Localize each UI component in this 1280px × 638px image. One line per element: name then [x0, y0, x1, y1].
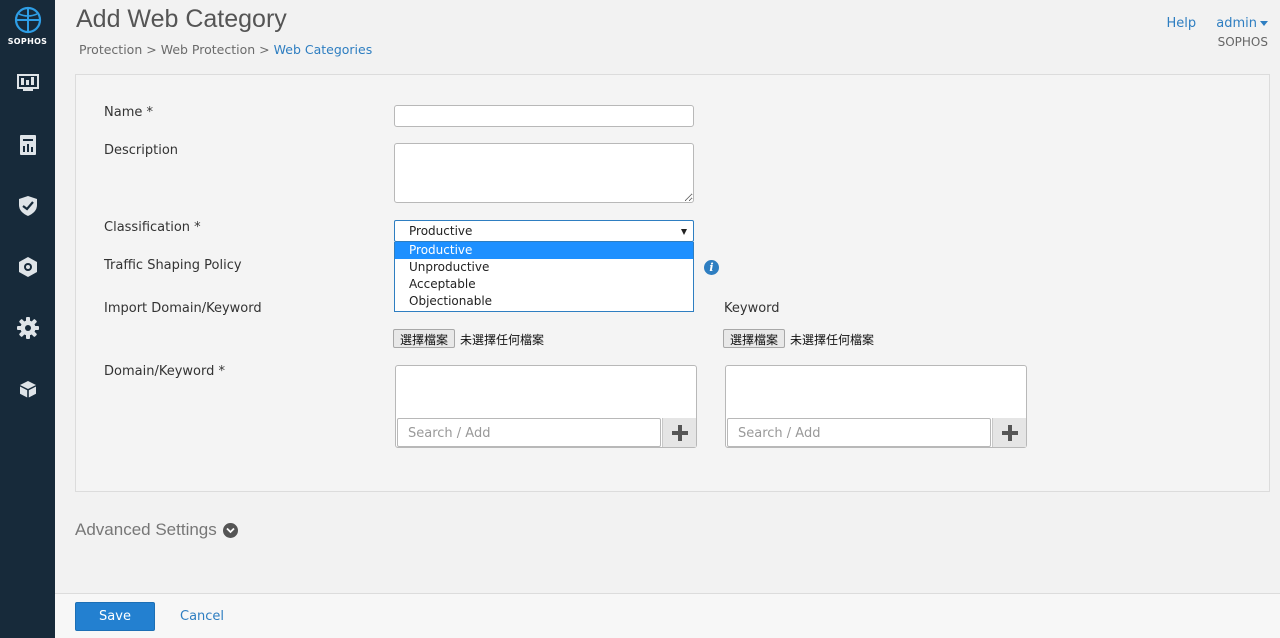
form-footer: Save Cancel	[55, 593, 1280, 638]
save-button[interactable]: Save	[75, 602, 155, 631]
dropdown-arrow-icon	[681, 229, 687, 235]
keyword-file-status: 未選擇任何檔案	[790, 333, 875, 347]
plus-icon	[1001, 424, 1018, 441]
sidebar-item-monitor[interactable]	[0, 68, 55, 98]
sidebar-item-system[interactable]	[0, 374, 55, 404]
domain-search-input[interactable]: Search / Add	[397, 418, 661, 447]
user-menu-area: Help admin	[1166, 16, 1268, 31]
sidebar-item-reports[interactable]	[0, 130, 55, 160]
shield-icon	[18, 196, 37, 216]
sidebar: SOPHOS	[0, 0, 55, 638]
logo-text: SOPHOS	[7, 37, 48, 46]
add-domain-button[interactable]	[662, 418, 696, 447]
description-field[interactable]	[394, 143, 694, 203]
advanced-settings-label: Advanced Settings	[75, 520, 217, 539]
plus-icon	[671, 424, 688, 441]
help-link[interactable]: Help	[1166, 16, 1196, 31]
keyword-list[interactable]: Search / Add	[725, 365, 1027, 448]
domain-list[interactable]: Search / Add	[395, 365, 697, 448]
globe-icon	[14, 6, 41, 34]
classification-option[interactable]: Unproductive	[395, 259, 693, 276]
sidebar-item-protection[interactable]	[0, 252, 55, 282]
gear-icon	[16, 317, 39, 339]
admin-username: admin	[1216, 16, 1257, 31]
chevron-down-icon	[1260, 21, 1268, 26]
sidebar-item-configure[interactable]	[0, 313, 55, 343]
add-keyword-button[interactable]	[992, 418, 1026, 447]
protection-icon	[18, 257, 37, 277]
page-title: Add Web Category	[76, 5, 287, 33]
breadcrumb-separator: >	[146, 42, 157, 57]
name-field[interactable]	[394, 105, 694, 127]
classification-selected-value: Productive	[409, 224, 473, 238]
monitor-icon	[16, 74, 39, 91]
info-icon[interactable]: i	[704, 260, 719, 275]
box-icon	[19, 381, 36, 398]
classification-dropdown-list: Productive Unproductive Acceptable Objec…	[394, 242, 694, 312]
breadcrumb-separator: >	[259, 42, 270, 57]
keyword-column-label: Keyword	[724, 301, 780, 316]
name-label: Name *	[104, 105, 153, 120]
classification-option[interactable]: Acceptable	[395, 276, 693, 293]
breadcrumb-web-protection[interactable]: Web Protection	[161, 42, 255, 57]
classification-label: Classification *	[104, 220, 201, 235]
breadcrumb-web-categories[interactable]: Web Categories	[274, 42, 373, 57]
domain-keyword-label: Domain/Keyword *	[104, 364, 225, 379]
import-label: Import Domain/Keyword	[104, 301, 262, 316]
domain-file-choose-button[interactable]: 選擇檔案	[393, 329, 456, 348]
keyword-file-choose-button[interactable]: 選擇檔案	[723, 329, 786, 348]
keyword-search-input[interactable]: Search / Add	[727, 418, 991, 447]
sophos-logo[interactable]: SOPHOS	[0, 6, 55, 52]
advanced-settings-toggle[interactable]: Advanced Settings	[75, 520, 238, 540]
cancel-button[interactable]: Cancel	[180, 609, 224, 624]
chevron-down-circle-icon	[222, 522, 238, 538]
reports-icon	[19, 135, 36, 155]
domain-file-status: 未選擇任何檔案	[460, 333, 545, 347]
admin-user-menu[interactable]: admin	[1216, 16, 1268, 31]
description-label: Description	[104, 143, 179, 158]
classification-select[interactable]: Productive	[394, 220, 694, 242]
org-name: SOPHOS	[1217, 35, 1268, 49]
sidebar-item-protect[interactable]	[0, 191, 55, 221]
breadcrumb: Protection > Web Protection > Web Catego…	[79, 42, 372, 57]
traffic-shaping-label: Traffic Shaping Policy	[104, 258, 242, 273]
classification-option[interactable]: Objectionable	[395, 293, 693, 310]
breadcrumb-protection[interactable]: Protection	[79, 42, 142, 57]
classification-option[interactable]: Productive	[395, 242, 693, 259]
